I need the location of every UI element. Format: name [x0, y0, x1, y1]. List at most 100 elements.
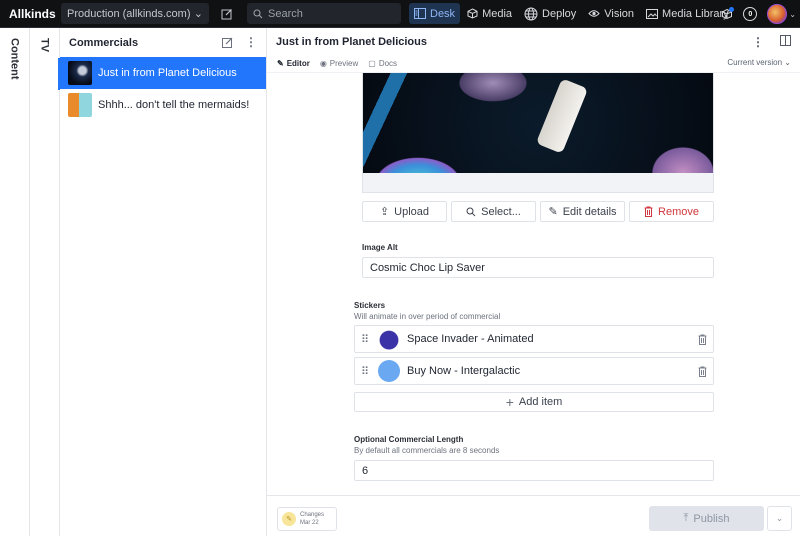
pencil-icon: ✎: [277, 58, 284, 68]
compose-icon[interactable]: [222, 37, 233, 48]
pane-tab-content[interactable]: Content: [0, 28, 30, 536]
tab-label: Editor: [286, 58, 310, 68]
tab-label: Preview: [329, 58, 359, 68]
field-label: Stickers: [354, 301, 386, 310]
publish-button[interactable]: ⤒ Publish: [649, 506, 764, 531]
trash-icon[interactable]: [698, 334, 707, 345]
buy-now-thumbnail: [378, 360, 400, 382]
field-label: Image Alt: [362, 243, 398, 252]
tab-editor[interactable]: ✎ Editor: [277, 59, 310, 68]
field-description: By default all commercials are 8 seconds: [354, 446, 500, 455]
field-label: Optional Commercial Length: [354, 435, 464, 444]
search-placeholder: Search: [268, 7, 303, 20]
chevron-down-icon: ⌄: [775, 513, 784, 523]
list-item-title: Shhh... don't tell the mermaids!: [98, 99, 250, 111]
changes-date: Mar 22: [300, 520, 319, 526]
tab-preview[interactable]: ◉ Preview: [320, 59, 358, 68]
tab-docs[interactable]: ▢ Docs: [368, 59, 397, 68]
edit-details-button[interactable]: ✎ Edit details: [540, 201, 625, 222]
document-footer: ✎ Changes Mar 22 ⤒ Publish ⌄: [267, 495, 800, 536]
changes-badge[interactable]: ✎ Changes Mar 22: [277, 507, 337, 531]
dataset-select[interactable]: Production (allkinds.com) ⌄: [61, 3, 209, 24]
list-title: Commercials: [69, 36, 139, 49]
version-select[interactable]: Current version ⌄: [727, 58, 791, 67]
topbar-right: 0 ⌄: [721, 0, 796, 28]
field-description: Will animate in over period of commercia…: [354, 312, 501, 321]
form-scroll-area[interactable]: ⇪ Upload Select... ✎ Edit details Remove I…: [267, 72, 800, 495]
button-label: Edit details: [562, 205, 617, 218]
new-document-button[interactable]: [213, 3, 241, 24]
sticker-name: Buy Now - Intergalactic: [407, 365, 521, 377]
brand-logo[interactable]: Allkinds: [9, 7, 59, 21]
image-preview[interactable]: [362, 73, 714, 193]
button-label: Remove: [658, 205, 699, 218]
chevron-down-icon: ⌄: [193, 8, 203, 20]
top-navbar: Allkinds Production (allkinds.com) ⌄ Sea…: [0, 0, 800, 28]
input-value: 6: [362, 464, 369, 477]
sticker-name: Space Invader - Animated: [407, 333, 534, 345]
commercial-length-field: Optional Commercial Length By default al…: [354, 435, 714, 481]
more-menu-icon[interactable]: ⋮: [245, 36, 257, 48]
drag-handle-icon[interactable]: ⠿: [361, 365, 371, 378]
space-invader-thumbnail: [378, 328, 400, 350]
update-dot: [729, 7, 735, 12]
upload-button[interactable]: ⇪ Upload: [362, 201, 447, 222]
pencil-icon: ✎: [282, 512, 296, 526]
nav-vision[interactable]: Vision: [583, 3, 639, 24]
pane-tab-tv[interactable]: TV: [30, 28, 60, 536]
sticker-item[interactable]: ⠿ Space Invader - Animated: [354, 325, 714, 353]
chevron-down-icon: ⌄: [789, 9, 796, 19]
split-pane-icon[interactable]: [780, 35, 791, 46]
nav-media[interactable]: Media: [462, 3, 517, 24]
document-header: Just in from Planet Delicious ⋮: [267, 28, 800, 56]
pane-tab-label: TV: [38, 38, 51, 53]
image-actions: ⇪ Upload Select... ✎ Edit details Remove: [362, 201, 714, 222]
nav-desk-label: Desk: [430, 7, 456, 20]
select-button[interactable]: Select...: [451, 201, 536, 222]
nav-deploy[interactable]: Deploy: [519, 3, 581, 24]
nav-deploy-label: Deploy: [542, 7, 577, 20]
sticker-item[interactable]: ⠿ Buy Now - Intergalactic: [354, 357, 714, 385]
pane-tab-label: Content: [8, 38, 21, 80]
lip-balm-graphic: [535, 78, 589, 154]
nav-desk[interactable]: Desk: [409, 3, 461, 24]
document-pane: Just in from Planet Delicious ⋮ ✎ Editor …: [267, 28, 800, 536]
list-item[interactable]: Shhh... don't tell the mermaids!: [60, 89, 266, 121]
remove-button[interactable]: Remove: [629, 201, 714, 222]
image-alt-input[interactable]: Cosmic Choc Lip Saver: [362, 257, 714, 278]
notifications-badge[interactable]: 0: [743, 7, 758, 21]
thumbnail: [68, 93, 92, 117]
button-label: Select...: [481, 205, 521, 218]
search-icon: [466, 207, 476, 216]
avatar: [767, 4, 788, 24]
publish-menu-button[interactable]: ⌄: [767, 506, 792, 531]
trash-icon[interactable]: [698, 366, 707, 377]
document-tabs: ✎ Editor ◉ Preview ▢ Docs Current version ⌄: [267, 56, 800, 70]
nav-media-library-label: Media Library: [662, 7, 729, 20]
changes-label: Changes: [300, 512, 325, 518]
dataset-value: Production (allkinds.com): [67, 7, 191, 20]
button-label: Add item: [518, 396, 563, 408]
list-item[interactable]: Just in from Planet Delicious: [60, 57, 266, 89]
eye-icon: ◉: [319, 58, 327, 68]
upload-icon: ⇪: [379, 206, 390, 218]
add-item-button[interactable]: + Add item: [354, 392, 714, 412]
user-menu[interactable]: ⌄: [767, 4, 796, 24]
updates-button[interactable]: [721, 7, 735, 20]
button-label: Upload: [394, 205, 430, 218]
image-alt-field: Image Alt Cosmic Choc Lip Saver: [362, 243, 714, 278]
commercial-length-input[interactable]: 6: [354, 460, 714, 481]
compose-icon: [221, 8, 232, 19]
search-input[interactable]: Search: [247, 3, 401, 24]
publish-icon: ⤒: [683, 512, 689, 524]
version-label: Current version: [727, 58, 783, 67]
list-item-title: Just in from Planet Delicious: [98, 67, 237, 79]
trash-icon: [644, 206, 653, 217]
search-icon: [253, 8, 263, 18]
drag-handle-icon[interactable]: ⠿: [361, 333, 371, 346]
commercial-image: [363, 73, 713, 173]
nav-media-library[interactable]: Media Library: [641, 3, 734, 24]
more-menu-icon[interactable]: ⋮: [752, 35, 764, 49]
nav-media-label: Media: [482, 7, 513, 20]
tool-nav: Desk Media Deploy Vision Media Library: [409, 3, 734, 24]
